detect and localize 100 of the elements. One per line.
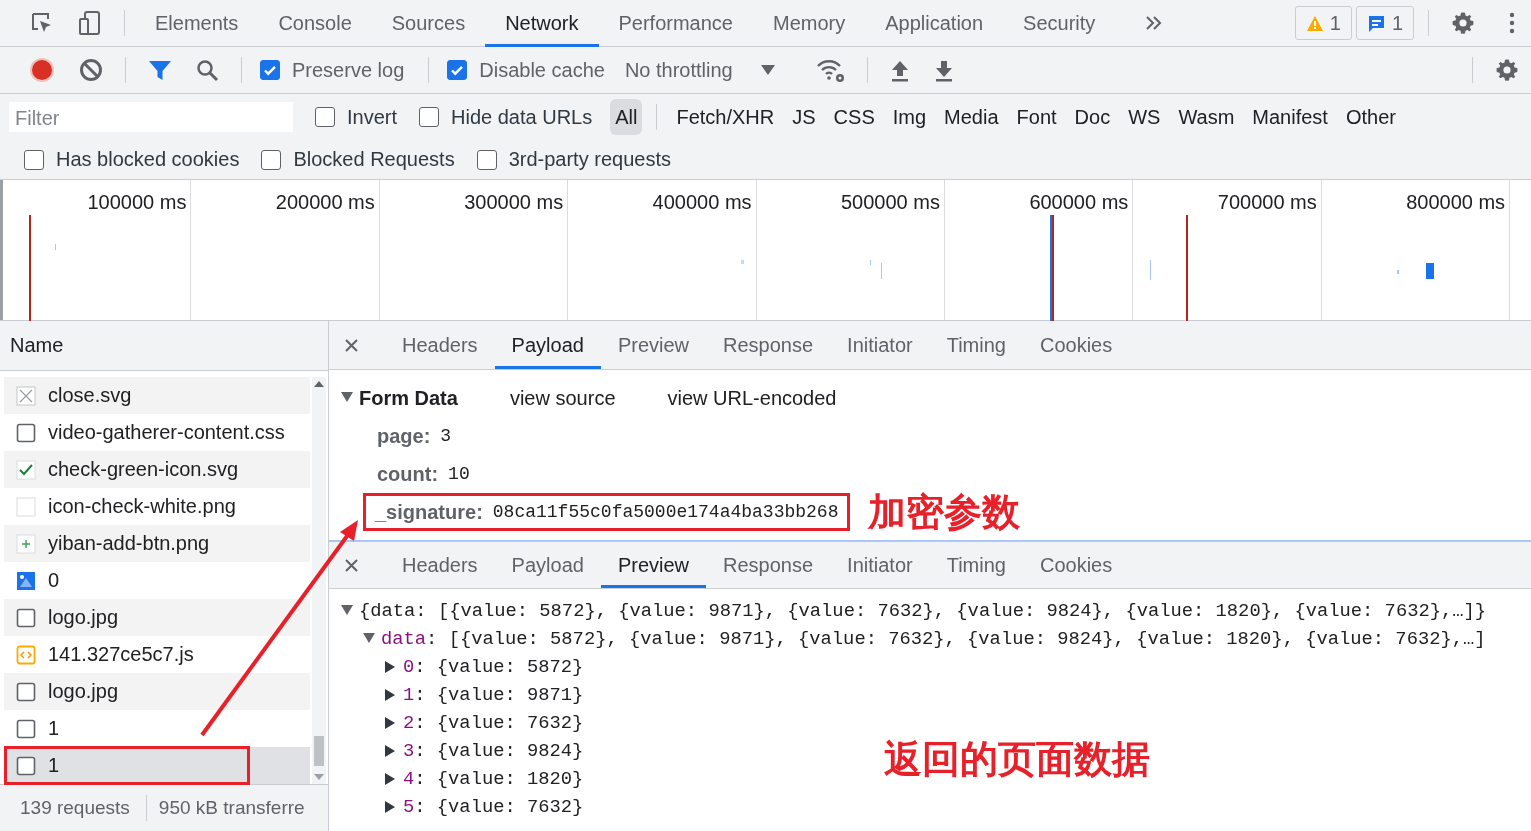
panel-tab[interactable]: Elements xyxy=(135,0,259,47)
detail-tab[interactable]: Response xyxy=(706,542,831,588)
expanded-triangle-icon[interactable] xyxy=(363,633,375,645)
warning-icon xyxy=(1305,14,1324,32)
type-filter-button[interactable]: Doc xyxy=(1069,99,1116,135)
scroll-thumb[interactable] xyxy=(314,736,324,766)
detail-tab[interactable]: Initiator xyxy=(830,542,930,588)
detail-tab[interactable]: Payload xyxy=(494,542,601,588)
close-file-icon xyxy=(16,385,36,406)
request-row[interactable]: logo.jpg xyxy=(4,599,310,636)
messages-badge[interactable]: 1 xyxy=(1355,6,1414,40)
detail-tab[interactable]: Response xyxy=(706,321,831,369)
annotation-text: 返回的页面数据 xyxy=(884,736,1150,783)
column-header[interactable]: Name xyxy=(0,321,328,371)
property-key: 4 xyxy=(403,768,415,790)
panel-tab[interactable]: Console xyxy=(258,0,372,47)
settings-icon[interactable] xyxy=(1451,11,1475,35)
search-icon[interactable] xyxy=(196,58,219,82)
scrollbar[interactable] xyxy=(312,377,326,784)
more-tabs-icon[interactable] xyxy=(1145,14,1164,32)
property-value: : {value: 7632} xyxy=(414,796,584,818)
time-tick-label: 100000 ms xyxy=(87,191,187,215)
property-key: 0 xyxy=(403,656,415,678)
property-value: : {value: 1820} xyxy=(414,768,584,790)
checkbox[interactable] xyxy=(260,60,280,80)
checkbox[interactable] xyxy=(419,107,440,127)
plus-file-icon xyxy=(16,533,36,554)
clear-icon[interactable] xyxy=(79,58,103,82)
checkbox[interactable] xyxy=(24,149,44,170)
caret-icon xyxy=(760,65,775,75)
type-filter-button[interactable]: Fetch/XHR xyxy=(671,99,780,135)
checkbox[interactable] xyxy=(315,107,335,127)
detail-tab[interactable]: Headers xyxy=(385,542,495,588)
checkbox-label: Disable cache xyxy=(479,58,605,82)
panel-tab[interactable]: Sources xyxy=(371,0,486,47)
field-key: page: xyxy=(377,424,431,448)
detail-tab[interactable]: Initiator xyxy=(830,321,930,369)
expanded-triangle-icon[interactable] xyxy=(341,605,353,617)
type-filter-button[interactable]: Img xyxy=(887,99,932,135)
time-tick-label: 600000 ms xyxy=(1029,191,1129,215)
detail-tab[interactable]: Cookies xyxy=(1022,542,1130,588)
collapsed-triangle-icon[interactable] xyxy=(385,717,397,729)
type-filter-button[interactable]: All xyxy=(610,99,643,135)
close-icon[interactable] xyxy=(344,557,359,573)
type-filter-button[interactable]: WS xyxy=(1123,99,1166,135)
close-icon[interactable] xyxy=(344,337,359,353)
request-row[interactable]: logo.jpg xyxy=(4,673,310,710)
time-tick-label: 700000 ms xyxy=(1217,191,1317,215)
request-row[interactable]: close.svg xyxy=(4,377,310,414)
download-icon[interactable] xyxy=(933,58,954,82)
property-key: 3 xyxy=(403,740,415,762)
type-filter-button[interactable]: Font xyxy=(1011,99,1062,135)
collapsed-triangle-icon[interactable] xyxy=(385,661,397,673)
type-filter-button[interactable]: Wasm xyxy=(1173,99,1240,135)
checkbox[interactable] xyxy=(476,149,497,170)
collapsed-triangle-icon[interactable] xyxy=(385,773,397,785)
panel-tab[interactable]: Memory xyxy=(753,0,866,47)
view-link[interactable]: view URL-encoded xyxy=(667,386,837,410)
panel-tab[interactable]: Security xyxy=(1003,0,1116,47)
collapsed-triangle-icon[interactable] xyxy=(385,801,397,813)
expanded-triangle-icon[interactable] xyxy=(341,392,353,404)
request-row[interactable]: check-green-icon.svg xyxy=(4,451,310,488)
checkbox-label: Has blocked cookies xyxy=(56,148,240,171)
record-icon[interactable] xyxy=(29,57,55,83)
type-filter-button[interactable]: Manifest xyxy=(1247,99,1333,135)
type-filter-button[interactable]: Media xyxy=(939,99,1004,135)
detail-tab[interactable]: Timing xyxy=(929,321,1023,369)
property-key: 5 xyxy=(403,796,415,818)
type-filter-button[interactable]: JS xyxy=(787,99,821,135)
view-link[interactable]: view source xyxy=(509,386,616,410)
field-value: 08ca11f55c0fa5000e174a4ba33bb268 xyxy=(492,502,839,522)
filter-icon[interactable] xyxy=(148,59,172,81)
type-filter-button[interactable]: Other xyxy=(1340,99,1401,135)
request-row[interactable]: 1 xyxy=(4,747,310,784)
property-value: : [{value: 5872}, {value: 9871}, {value: 7632}, {value: 9824}, {value: 1820}, {value: 7632},…] xyxy=(426,628,1486,650)
detail-tab[interactable]: Payload xyxy=(494,321,601,369)
panel-tab[interactable]: Application xyxy=(865,0,1004,47)
detail-tab[interactable]: Preview xyxy=(600,321,707,369)
request-row[interactable]: yiban-add-btn.png xyxy=(4,525,310,562)
property-value: {data: [{value: 5872}, {value: 9871}, {value: 7632}, {value: 9824}, {value: 1820}, {value: 7632},…]} xyxy=(359,600,1487,622)
detail-tab[interactable]: Headers xyxy=(385,321,495,369)
throttling-select[interactable]: No throttling xyxy=(618,58,785,82)
settings-icon[interactable] xyxy=(1495,58,1519,82)
network-conditions-icon[interactable] xyxy=(816,57,845,83)
filter-field[interactable]: Filter xyxy=(9,102,293,132)
collapsed-triangle-icon[interactable] xyxy=(385,689,397,701)
detail-tab[interactable]: Cookies xyxy=(1022,321,1130,369)
panel-tab[interactable]: Network xyxy=(485,0,599,47)
type-filter-button[interactable]: CSS xyxy=(828,99,880,135)
detail-tab[interactable]: Preview xyxy=(600,542,707,588)
panel-tab[interactable]: Performance xyxy=(598,0,753,47)
checkbox[interactable] xyxy=(447,60,468,80)
scroll-up-icon[interactable] xyxy=(314,381,324,387)
time-tick-label: 800000 ms xyxy=(1406,191,1506,215)
warnings-badge[interactable]: 1 xyxy=(1294,6,1352,40)
more-menu-icon[interactable] xyxy=(1509,12,1515,34)
collapsed-triangle-icon[interactable] xyxy=(385,745,397,757)
device-toolbar-icon[interactable] xyxy=(78,10,102,36)
checkbox[interactable] xyxy=(261,149,282,170)
detail-tab[interactable]: Timing xyxy=(929,542,1023,588)
